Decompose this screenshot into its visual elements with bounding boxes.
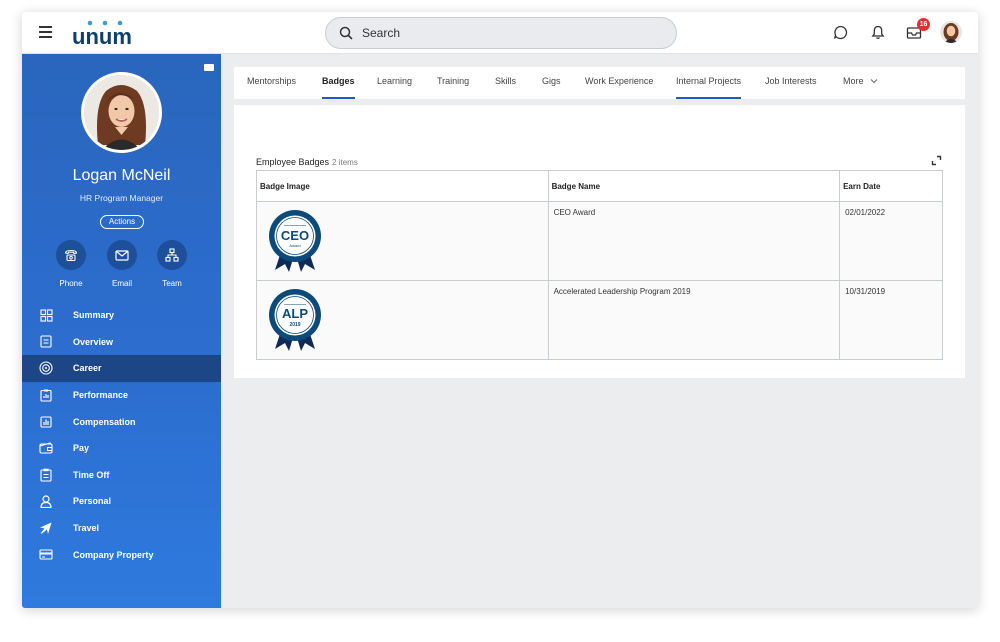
column-header[interactable]: Badge Name: [547, 170, 841, 202]
badge-image-cell: CEO Award: [256, 201, 549, 281]
sidebar-item-label: Performance: [73, 390, 129, 401]
tab-skills[interactable]: Skills: [495, 67, 516, 99]
career-tabs: Mentorships Badges Learning Training Ski…: [234, 67, 965, 99]
collapse-icon[interactable]: [204, 64, 214, 71]
profile-name: Logan McNeil: [72, 167, 171, 184]
profile-photo: [81, 72, 162, 153]
search-input[interactable]: [362, 24, 662, 42]
sidebar-item-travel[interactable]: Travel: [22, 515, 221, 542]
chat-icon[interactable]: [833, 25, 848, 40]
badge-image-cell: ALP 2019: [256, 280, 549, 360]
tab-work-experience[interactable]: Work Experience: [585, 67, 653, 99]
team-button[interactable]: Team: [152, 240, 192, 288]
summary-icon: [39, 309, 53, 322]
badges-panel: Employee Badges 2 items Badge Image Badge…: [234, 105, 965, 378]
logo-text: unum: [72, 24, 132, 48]
sidebar-item-label: Travel: [73, 523, 100, 534]
sidebar-item-time-off[interactable]: Time Off: [22, 462, 221, 489]
menu-icon[interactable]: [39, 26, 52, 38]
column-header[interactable]: Badge Image: [256, 170, 549, 202]
tab-more[interactable]: More: [843, 67, 878, 99]
tab-gigs[interactable]: Gigs: [542, 67, 561, 99]
sidebar-item-personal[interactable]: Personal: [22, 488, 221, 515]
tab-job-interests[interactable]: Job Interests: [765, 67, 817, 99]
team-label: Team: [162, 279, 182, 288]
company-property-icon: [39, 549, 53, 560]
table-header-row: Badge Image Badge Name Earn Date: [256, 170, 943, 202]
personal-icon: [40, 495, 52, 508]
search-icon: [339, 26, 353, 40]
alp-badge-image[interactable]: ALP 2019: [267, 287, 323, 351]
email-icon: [115, 249, 129, 261]
phone-label: Phone: [59, 279, 83, 288]
top-bar: unum 16: [22, 12, 978, 54]
pay-icon: [39, 442, 53, 454]
tab-underline: [676, 97, 742, 99]
grid-title: Employee Badges 2 items: [256, 157, 358, 167]
sidebar-item-label: Career: [73, 363, 102, 374]
tab-mentorships[interactable]: Mentorships: [247, 67, 296, 99]
travel-icon: [40, 522, 52, 535]
email-label: Email: [111, 279, 132, 288]
badge-subtext: Award: [289, 243, 300, 248]
sidebar-item-label: Pay: [73, 443, 90, 454]
sidebar-item-label: Compensation: [73, 416, 136, 427]
sidebar-item-pay[interactable]: Pay: [22, 435, 221, 462]
earn-date-cell: 02/01/2022: [839, 201, 943, 281]
tab-internal-projects[interactable]: Internal Projects: [676, 67, 742, 99]
tab-training[interactable]: Training: [437, 67, 469, 99]
column-header[interactable]: Earn Date: [839, 170, 943, 202]
user-avatar[interactable]: [940, 21, 962, 43]
table-row[interactable]: ALP 2019 Accelerated Leadership Program …: [256, 280, 943, 360]
sidebar-item-label: Personal: [73, 496, 112, 507]
performance-icon: [40, 389, 52, 402]
profile-title: HR Program Manager: [79, 193, 164, 203]
compensation-icon: [40, 416, 52, 428]
career-icon: [39, 361, 53, 376]
sidebar-item-summary[interactable]: Summary: [22, 302, 221, 329]
active-tab-indicator: [322, 97, 355, 99]
team-icon: [165, 248, 179, 262]
bell-icon[interactable]: [871, 25, 885, 40]
sidebar: Logan McNeil HR Program Manager Actions …: [22, 54, 221, 608]
badges-table: Badge Image Badge Name Earn Date CEO Awa…: [256, 170, 943, 360]
time-off-icon: [40, 468, 52, 482]
sidebar-nav: Summary Overview Career Performance Comp…: [22, 302, 221, 568]
expand-icon[interactable]: [931, 155, 942, 166]
table-row[interactable]: CEO Award CEO Award 02/01/2022: [256, 201, 943, 281]
app-window: unum 16: [22, 12, 978, 608]
actions-button[interactable]: Actions: [100, 215, 144, 229]
sidebar-item-label: Overview: [73, 336, 114, 347]
chevron-down-icon: [870, 79, 878, 84]
unum-logo[interactable]: unum: [70, 18, 140, 48]
grid-item-count: 2 items: [332, 158, 358, 167]
badge-text: CEO: [281, 228, 309, 243]
badge-name-cell: Accelerated Leadership Program 2019: [547, 280, 841, 360]
sidebar-item-label: Summary: [73, 310, 115, 321]
inbox-count-badge: 16: [917, 18, 930, 31]
sidebar-item-career[interactable]: Career: [22, 355, 221, 382]
sidebar-item-performance[interactable]: Performance: [22, 382, 221, 409]
tab-learning[interactable]: Learning: [377, 67, 412, 99]
earn-date-cell: 10/31/2019: [839, 280, 943, 360]
phone-button[interactable]: Phone: [51, 240, 91, 288]
grid-title-text: Employee Badges: [256, 157, 330, 167]
overview-icon: [40, 335, 52, 348]
badge-text: ALP: [282, 306, 308, 321]
sidebar-item-label: Time Off: [73, 469, 110, 480]
phone-icon: [64, 249, 78, 261]
badge-subtext: 2019: [289, 322, 300, 328]
ceo-badge-image[interactable]: CEO Award: [267, 208, 323, 272]
email-button[interactable]: Email: [102, 240, 142, 288]
sidebar-item-overview[interactable]: Overview: [22, 329, 221, 356]
sidebar-item-compensation[interactable]: Compensation: [22, 408, 221, 435]
badge-name-cell: CEO Award: [547, 201, 841, 281]
search-bar[interactable]: [325, 17, 677, 49]
sidebar-item-label: Company Property: [73, 549, 154, 560]
tab-badges[interactable]: Badges: [322, 67, 355, 99]
sidebar-item-company-property[interactable]: Company Property: [22, 541, 221, 568]
